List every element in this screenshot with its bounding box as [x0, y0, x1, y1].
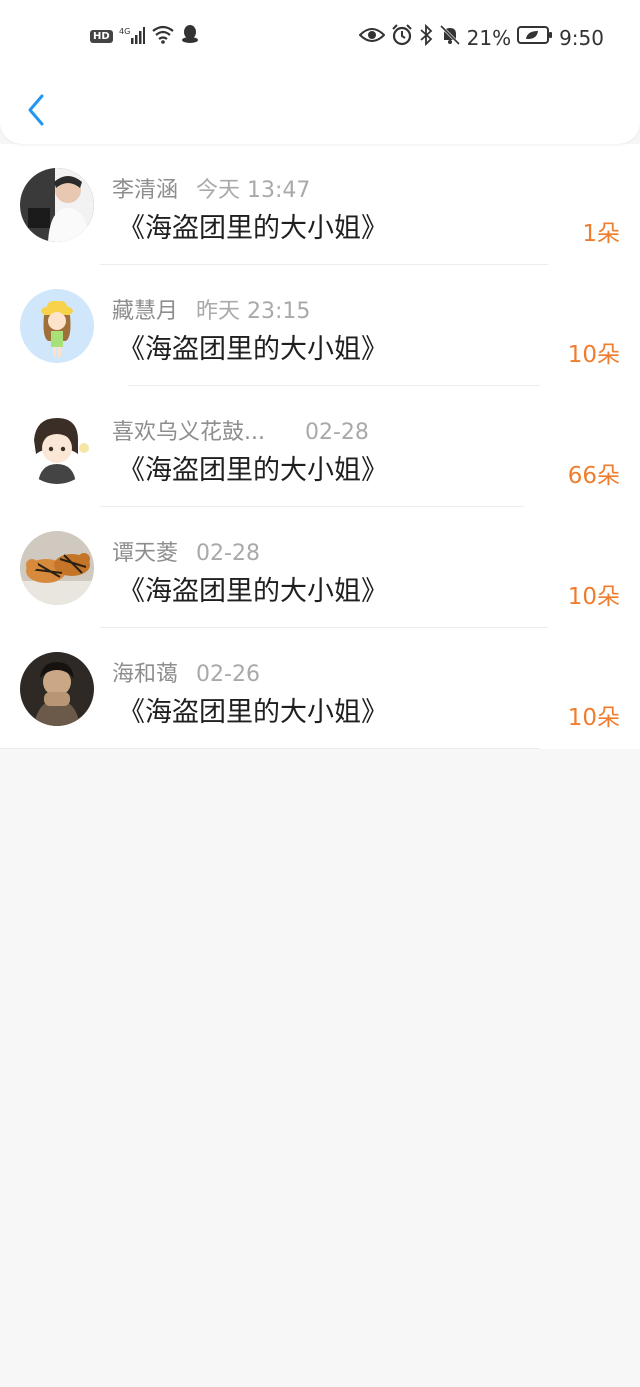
- timestamp: 02-28: [304, 420, 369, 445]
- avatar[interactable]: [20, 652, 94, 726]
- battery-percent: 21%: [466, 25, 512, 50]
- hd-icon: HD: [90, 29, 113, 43]
- list-item[interactable]: 海和蔼 02-26 《海盗团里的大小姐》 10朵: [0, 628, 640, 749]
- book-title[interactable]: 《海盗团里的大小姐》: [118, 569, 388, 608]
- book-title[interactable]: 《海盗团里的大小姐》: [118, 206, 388, 245]
- flower-count: 66朵: [567, 463, 620, 489]
- status-bar: HD 4G 21% 9:50: [0, 22, 640, 54]
- item-meta: 海和蔼 02-26: [112, 656, 260, 688]
- list-item[interactable]: 李清涵 今天 13:47 《海盗团里的大小姐》 1朵: [0, 144, 640, 265]
- status-right: 21% 9:50: [358, 23, 604, 51]
- top-header: HD 4G 21% 9:50: [0, 0, 640, 144]
- divider: [0, 748, 540, 749]
- timestamp: 昨天 23:15: [196, 299, 311, 324]
- mute-bell-icon: [439, 24, 461, 51]
- book-title[interactable]: 《海盗团里的大小姐》: [118, 448, 388, 487]
- eye-icon: [358, 25, 386, 50]
- timestamp: 02-28: [196, 541, 260, 566]
- battery-icon: [517, 25, 553, 50]
- wifi-icon: [151, 24, 175, 48]
- timestamp: 今天 13:47: [196, 178, 311, 203]
- timestamp: 02-26: [196, 662, 260, 687]
- flower-count: 10朵: [567, 342, 620, 368]
- chevron-left-icon: [28, 94, 44, 126]
- book-title[interactable]: 《海盗团里的大小姐》: [118, 690, 388, 729]
- svg-text:4G: 4G: [119, 27, 130, 36]
- avatar[interactable]: [20, 531, 94, 605]
- item-meta: 喜欢乌义花鼓... 02-28: [112, 414, 369, 446]
- item-meta: 藏慧月 昨天 23:15: [112, 293, 310, 325]
- alarm-icon: [391, 24, 413, 51]
- qq-penguin-icon: [181, 24, 199, 48]
- user-name[interactable]: 李清涵: [112, 172, 178, 204]
- user-name[interactable]: 谭天菱: [112, 535, 178, 567]
- avatar[interactable]: [20, 289, 94, 363]
- item-meta: 李清涵 今天 13:47: [112, 172, 310, 204]
- status-left: HD 4G: [90, 24, 199, 48]
- bluetooth-icon: [419, 23, 433, 51]
- signal-icon: 4G: [119, 26, 145, 46]
- flower-count: 1朵: [582, 221, 620, 247]
- avatar[interactable]: [20, 410, 94, 484]
- user-name[interactable]: 藏慧月: [112, 293, 178, 325]
- clock-time: 9:50: [559, 25, 604, 50]
- user-name[interactable]: 海和蔼: [112, 656, 178, 688]
- gift-list: 李清涵 今天 13:47 《海盗团里的大小姐》 1朵 藏慧月 昨天 23:15 …: [0, 144, 640, 749]
- item-meta: 谭天菱 02-28: [112, 535, 260, 567]
- list-item[interactable]: 喜欢乌义花鼓... 02-28 《海盗团里的大小姐》 66朵: [0, 386, 640, 507]
- user-name[interactable]: 喜欢乌义花鼓...: [112, 414, 265, 446]
- flower-count: 10朵: [567, 584, 620, 610]
- back-button[interactable]: [22, 90, 52, 130]
- list-item[interactable]: 谭天菱 02-28 《海盗团里的大小姐》 10朵: [0, 507, 640, 628]
- book-title[interactable]: 《海盗团里的大小姐》: [118, 327, 388, 366]
- avatar[interactable]: [20, 168, 94, 242]
- flower-count: 10朵: [567, 705, 620, 731]
- list-item[interactable]: 藏慧月 昨天 23:15 《海盗团里的大小姐》 10朵: [0, 265, 640, 386]
